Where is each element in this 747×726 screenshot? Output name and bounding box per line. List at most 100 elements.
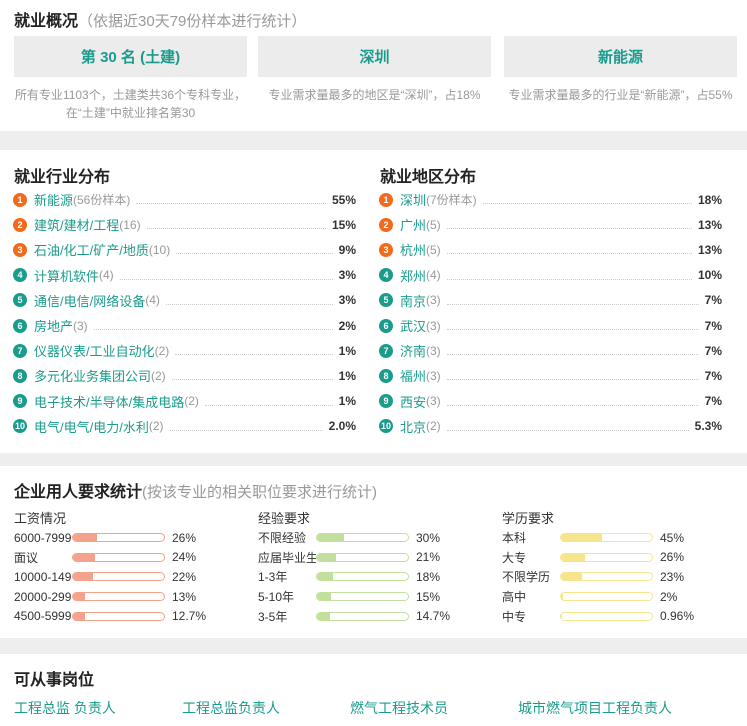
industry-name-link[interactable]: 房地产 [34,316,73,335]
industry-sample-count: (3) [73,318,88,333]
region-name-link[interactable]: 深圳 [400,190,426,209]
rank-number-badge: 9 [13,394,27,409]
rank-number-badge: 2 [379,217,393,232]
dotted-leader [446,228,692,230]
industry-percent: 55% [331,192,356,207]
progress-bar-fill [317,553,337,561]
region-percent: 10% [697,268,722,283]
industry-name-link[interactable]: 电气/电气/电力/水利 [34,417,149,436]
progress-bar [316,533,409,543]
requirement-percent: 45% [660,530,685,545]
industry-sample-count: (16) [119,217,141,232]
progress-bar [560,592,653,602]
progress-bar-fill [73,534,97,542]
overview-title-text: 就业概况 [14,13,79,30]
requirement-percent: 14.7% [416,609,451,624]
requirement-row: 面议 24% [14,548,254,568]
requirement-row: 3-5年 14.7% [258,606,498,626]
industry-sample-count: (2) [154,343,170,358]
region-sample-count: (3) [426,293,441,308]
requirement-label: 应届毕业生 [258,550,316,565]
industry-name-link[interactable]: 新能源 [34,190,73,209]
progress-bar-fill [73,612,85,620]
job-link[interactable]: 燃气工程技术员 [350,698,448,718]
region-name-link[interactable]: 北京 [400,417,426,436]
rank-number-badge: 1 [13,192,27,207]
region-name-link[interactable]: 广州 [400,215,426,234]
requirements-title-text: 企业用人要求统计 [14,484,143,501]
experience-group: 经验要求 不限经验 30% 应届毕业生 21% 1-3年 18% 5-10年 15% 3-5年 14… [258,508,498,626]
dotted-leader [482,203,692,205]
region-name-link[interactable]: 杭州 [400,240,426,259]
progress-bar-fill [317,573,334,581]
requirement-percent: 26% [172,530,197,545]
rank-number-badge: 10 [379,419,393,434]
requirement-percent: 23% [660,569,685,584]
requirement-group-heading: 学历要求 [502,511,555,526]
region-sample-count: (5) [426,242,441,257]
progress-bar-fill [561,612,563,620]
job-link[interactable]: 工程总监 负责人 [14,698,116,718]
industry-name-link[interactable]: 建筑/建材/工程 [34,215,119,234]
dotted-leader [165,303,333,305]
requirement-label: 1-3年 [258,570,288,585]
industry-row: 6 房地产 (3) 2% [13,313,356,338]
rank-number-badge: 5 [13,293,27,308]
industry-name-link[interactable]: 电子技术/半导体/集成电路 [34,392,184,411]
industry-percent: 1% [338,368,356,383]
job-link[interactable]: 工程总监负责人 [182,698,280,718]
industry-row: 10 电气/电气/电力/水利 (2) 2.0% [13,414,356,439]
region-sample-count: (7份样本) [426,193,477,208]
progress-bar [560,572,653,582]
requirement-label: 10000-149 [14,569,72,584]
top-industry-card-desc: 专业需求量最多的行业是“新能源”，占55% [508,88,733,102]
industry-name-link[interactable]: 通信/电信/网络设备 [34,291,145,310]
requirement-label: 中专 [502,609,527,624]
industry-percent: 1% [338,343,356,358]
industry-name-link[interactable]: 计算机软件 [34,266,99,285]
rank-number-badge: 3 [13,242,27,257]
rank-number-badge: 5 [379,293,393,308]
progress-bar [316,552,409,562]
region-name-link[interactable]: 福州 [400,366,426,385]
progress-bar [316,592,409,602]
region-sample-count: (3) [426,394,441,409]
region-name-link[interactable]: 济南 [400,341,426,360]
job-link[interactable]: 城市燃气项目工程负责人 [518,698,672,718]
rank-number-badge: 6 [379,318,393,333]
industry-name-link[interactable]: 石油/化工/矿产/地质 [34,240,149,259]
industry-name-link[interactable]: 仪器仪表/工业自动化 [34,341,155,360]
requirement-group-heading: 经验要求 [258,511,311,526]
region-name-link[interactable]: 郑州 [400,266,426,285]
progress-bar-fill [561,573,582,581]
industry-percent: 1% [338,394,356,409]
dotted-leader [446,329,699,331]
industry-name-link[interactable]: 多元化业务集团公司 [34,366,151,385]
industry-row: 7 仪器仪表/工业自动化 (2) 1% [13,338,356,363]
requirement-row: 1-3年 18% [258,567,498,587]
requirement-percent: 30% [416,530,441,545]
dotted-leader [175,354,333,356]
region-name-link[interactable]: 武汉 [400,316,426,335]
jobs-title: 可从事岗位 [14,672,95,689]
top-region-card: 深圳 [258,36,491,77]
region-name-link[interactable]: 西安 [400,392,426,411]
rank-number-badge: 1 [379,192,393,207]
progress-bar-fill [561,593,563,601]
overview-title: 就业概况（依据近30天79份样本进行统计） [14,7,306,31]
dotted-leader [119,278,333,280]
region-percent: 13% [697,242,722,257]
region-name-link[interactable]: 南京 [400,291,426,310]
industry-sample-count: (56份样本) [73,193,131,208]
industry-sample-count: (2) [184,394,199,409]
dotted-leader [171,379,333,381]
region-percent: 7% [704,318,722,333]
industry-row: 1 新能源 (56份样本) 55% [13,187,356,212]
requirement-percent: 2% [660,589,678,604]
region-list: 1 深圳 (7份样本) 18% 2 广州 (5) 13% 3 杭州 (5) 13% 4 郑州 (4) 10% 5… [379,187,722,439]
industry-percent: 15% [331,217,356,232]
requirement-label: 不限经验 [258,531,307,546]
dotted-leader [446,354,699,356]
rank-number-badge: 4 [13,268,27,283]
industry-percent: 3% [338,268,356,283]
